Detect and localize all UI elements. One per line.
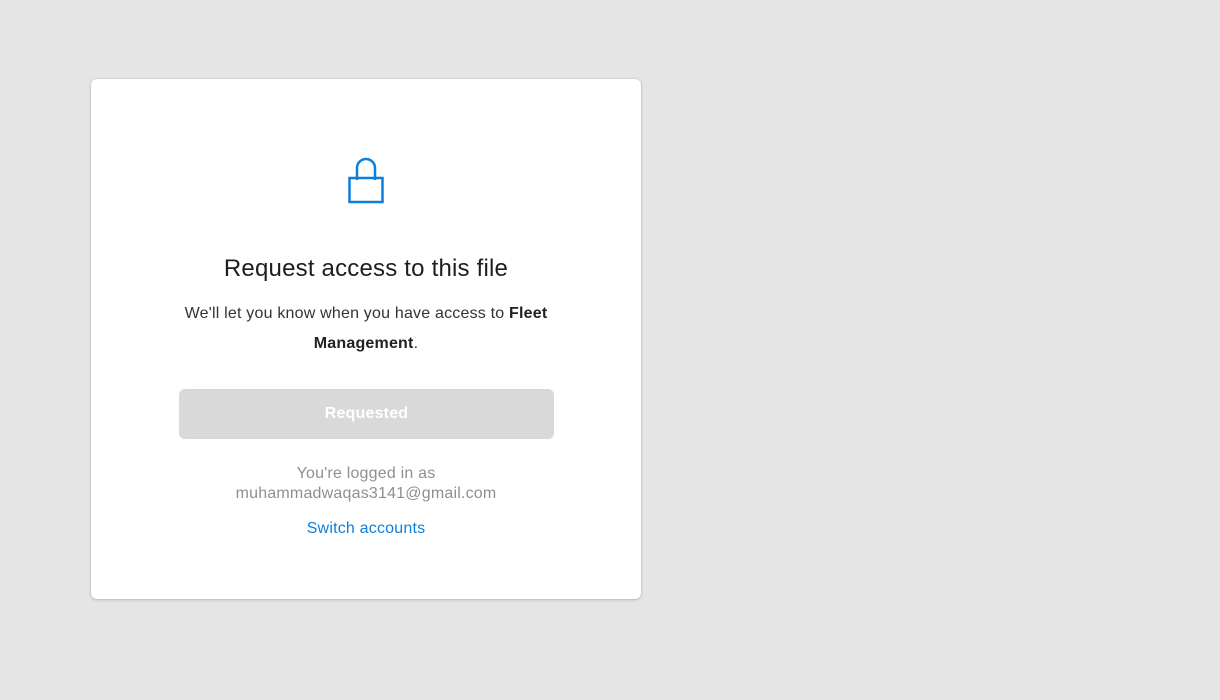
page-title: Request access to this file (223, 255, 509, 282)
access-description: We'll let you know when you have access … (171, 299, 561, 359)
description-suffix: . (413, 335, 419, 352)
request-access-card: Request access to this file We'll let yo… (91, 79, 641, 599)
logged-in-info: You're logged in as muhammadwaqas3141@gm… (91, 464, 641, 504)
switch-accounts-container: Switch accounts (91, 519, 641, 539)
description-prefix: We'll let you know when you have access … (184, 305, 510, 322)
requested-button[interactable]: Requested (179, 389, 554, 439)
lock-icon (348, 156, 384, 204)
logged-in-label: You're logged in as (296, 465, 436, 482)
user-email: muhammadwaqas3141@gmail.com (235, 485, 497, 502)
switch-accounts-link[interactable]: Switch accounts (307, 520, 426, 537)
